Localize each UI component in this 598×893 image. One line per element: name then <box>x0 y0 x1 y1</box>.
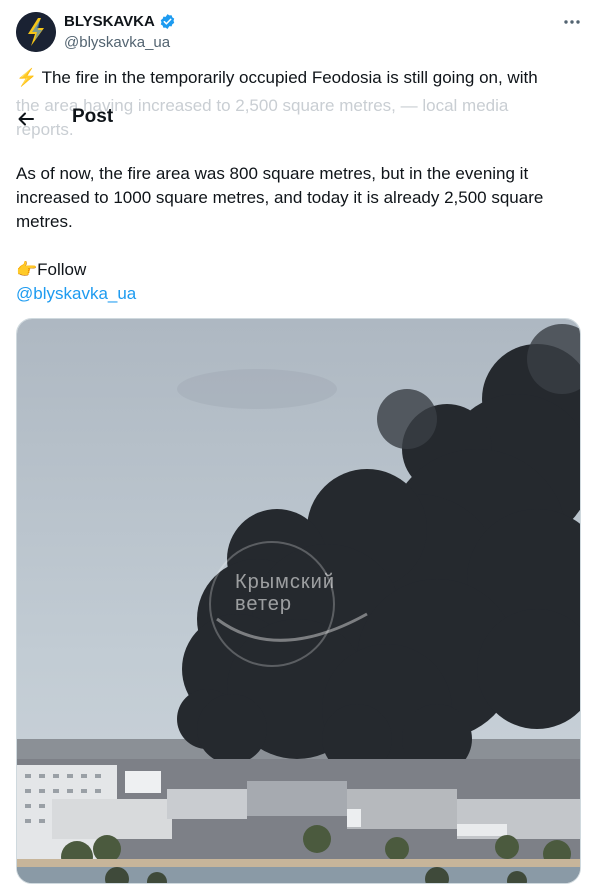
page-title: Post <box>72 106 114 127</box>
author-name[interactable]: BLYSKAVKA <box>64 13 155 30</box>
follow-text: 👉Follow <box>16 260 87 279</box>
verified-badge-icon <box>160 14 175 29</box>
tweet-paragraph: As of now, the fire area was 800 square … <box>16 164 544 231</box>
arrow-left-icon[interactable] <box>16 109 36 129</box>
more-icon[interactable] <box>562 14 582 30</box>
author-avatar[interactable] <box>16 12 56 52</box>
mention-link[interactable]: @blyskavka_ua <box>16 282 136 306</box>
tweet-photo[interactable]: Крымский ветер <box>16 318 581 884</box>
watermark-line: ветер <box>235 593 293 615</box>
watermark-line: Крымский <box>235 571 335 593</box>
photo-watermark: Крымский ветер <box>235 571 335 615</box>
post-header <box>16 105 36 133</box>
lightning-logo-icon <box>16 12 56 52</box>
tweet-first-line: ⚡ The fire in the temporarily occupied F… <box>16 68 538 87</box>
author-handle[interactable]: @blyskavka_ua <box>64 34 170 51</box>
